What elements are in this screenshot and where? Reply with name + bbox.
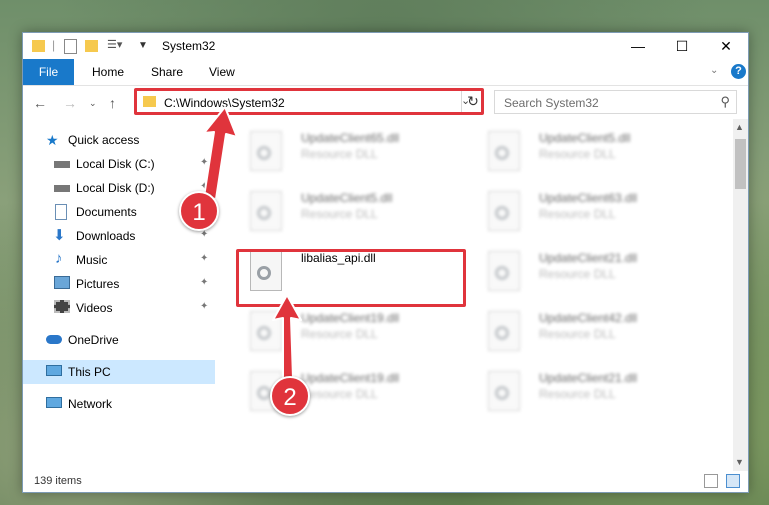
annotation-arrows <box>203 106 302 379</box>
arrow-1 <box>203 106 238 200</box>
callout-1: 1 <box>179 191 219 231</box>
callout-2: 2 <box>270 376 310 416</box>
arrow-2 <box>272 294 302 379</box>
